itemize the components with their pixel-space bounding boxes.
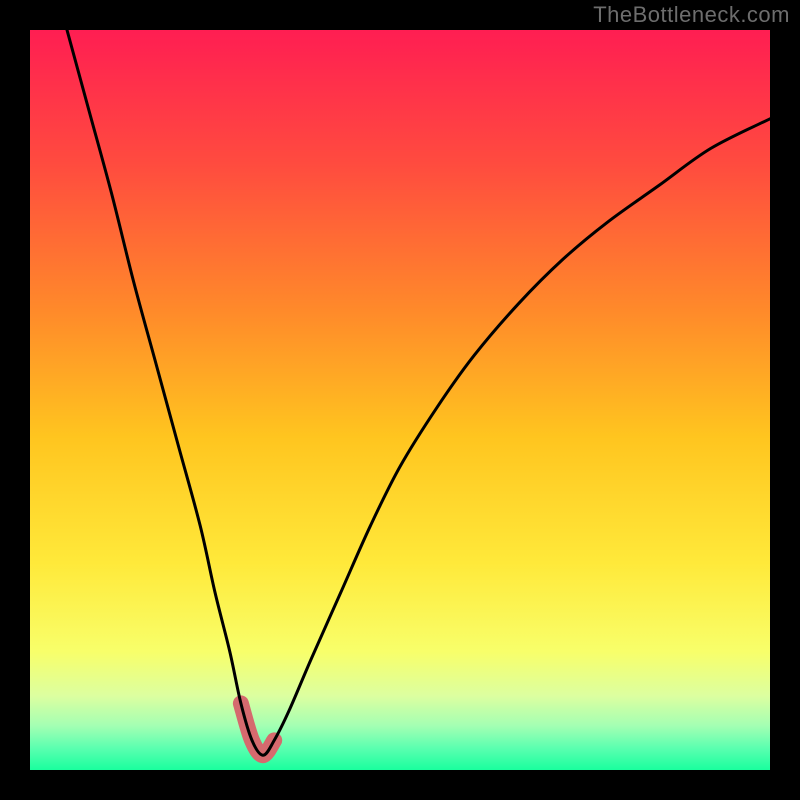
gradient-background [30,30,770,770]
plot-area [30,30,770,770]
watermark-text: TheBottleneck.com [593,2,790,28]
bottleneck-chart [30,30,770,770]
chart-container: TheBottleneck.com [0,0,800,800]
